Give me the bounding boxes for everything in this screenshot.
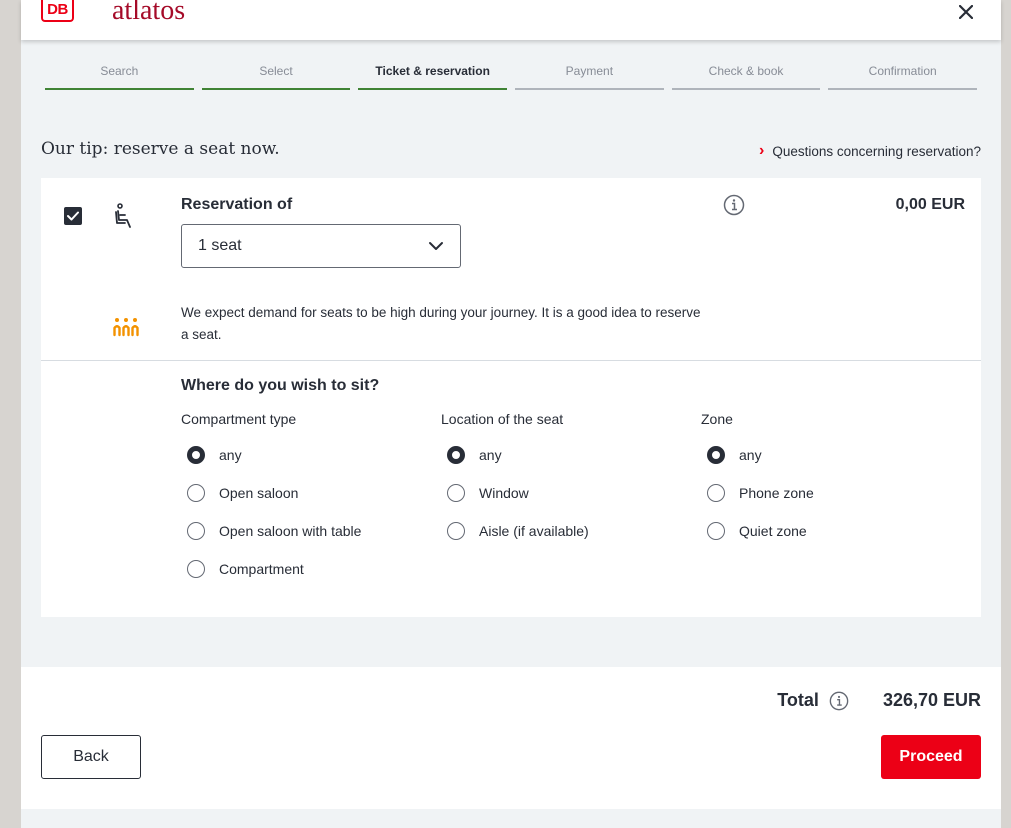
reservation-card: Reservation of 1 seat 0,00 EUR We expect… xyxy=(41,178,981,617)
radio-indicator xyxy=(187,446,205,464)
divider xyxy=(41,360,981,361)
radio-indicator xyxy=(447,522,465,540)
radio-window[interactable]: Window xyxy=(441,474,589,512)
radio-indicator xyxy=(707,522,725,540)
radio-indicator xyxy=(447,446,465,464)
total-label: Total xyxy=(777,690,819,710)
seat-icon xyxy=(115,203,131,228)
checkmark-icon xyxy=(67,211,79,221)
seat-count-value: 1 seat xyxy=(198,237,242,254)
compartment-type-group: Compartment type any Open saloon Open sa… xyxy=(181,410,361,588)
option-label: any xyxy=(219,447,242,463)
option-label: Window xyxy=(479,485,529,501)
high-demand-icon xyxy=(113,318,139,337)
step-payment: Payment xyxy=(515,62,664,90)
zone-group: Zone any Phone zone Quiet zone xyxy=(701,410,814,550)
questions-link-label: Questions concerning reservation? xyxy=(772,143,981,159)
radio-location-any[interactable]: any xyxy=(441,436,589,474)
radio-indicator xyxy=(187,484,205,502)
option-label: Open saloon xyxy=(219,485,299,501)
radio-indicator xyxy=(187,560,205,578)
reservation-label: Reservation of xyxy=(181,196,293,213)
chevron-right-icon: › xyxy=(759,142,765,159)
radio-indicator xyxy=(187,522,205,540)
option-label: Open saloon with table xyxy=(219,523,362,539)
demand-notice: We expect demand for seats to be high du… xyxy=(181,305,701,342)
radio-compartment-any[interactable]: any xyxy=(181,436,361,474)
option-label: any xyxy=(739,447,762,463)
option-label: Compartment xyxy=(219,561,304,577)
seat-location-title: Location of the seat xyxy=(441,411,564,427)
seat-preference-heading: Where do you wish to sit? xyxy=(181,377,380,394)
tip-heading: Our tip: reserve a seat now. xyxy=(41,139,280,159)
progress-steps: Search Select Ticket & reservation Payme… xyxy=(45,62,978,90)
total: Total 326,70 EUR xyxy=(777,690,981,711)
step-check-book: Check & book xyxy=(671,62,821,90)
option-label: Quiet zone xyxy=(739,523,807,539)
radio-indicator xyxy=(707,446,725,464)
reservation-checkbox[interactable] xyxy=(64,207,82,225)
total-amount: 326,70 EUR xyxy=(882,690,981,710)
radio-compartment[interactable]: Compartment xyxy=(181,550,361,588)
close-icon xyxy=(959,5,973,19)
radio-quiet-zone[interactable]: Quiet zone xyxy=(701,512,814,550)
top-bar: DB atlatos xyxy=(21,0,1001,40)
info-icon[interactable] xyxy=(723,194,745,216)
radio-zone-any[interactable]: any xyxy=(701,436,814,474)
questions-link[interactable]: › Questions concerning reservation? xyxy=(759,143,981,159)
footer-bar: Total 326,70 EUR Back Proceed xyxy=(21,667,1001,809)
option-label: Aisle (if available) xyxy=(479,523,589,539)
zone-title: Zone xyxy=(701,411,733,427)
chevron-down-icon xyxy=(429,242,443,250)
radio-open-saloon-table[interactable]: Open saloon with table xyxy=(181,512,361,550)
step-select: Select xyxy=(201,62,351,90)
reservation-price: 0,00 EUR xyxy=(895,196,965,213)
seat-count-select[interactable]: 1 seat xyxy=(181,224,461,268)
radio-phone-zone[interactable]: Phone zone xyxy=(701,474,814,512)
proceed-button[interactable]: Proceed xyxy=(881,735,981,779)
step-search: Search xyxy=(45,62,194,90)
radio-indicator xyxy=(447,484,465,502)
db-logo: DB xyxy=(41,0,74,22)
step-confirmation: Confirmation xyxy=(828,62,978,90)
compartment-type-title: Compartment type xyxy=(181,411,297,427)
seat-location-group: Location of the seat any Window Aisle (i… xyxy=(441,410,589,550)
back-button[interactable]: Back xyxy=(41,735,141,779)
radio-aisle[interactable]: Aisle (if available) xyxy=(441,512,589,550)
option-label: Phone zone xyxy=(739,485,814,501)
radio-indicator xyxy=(707,484,725,502)
reservation-modal: DB atlatos Search Select Ticket & reserv… xyxy=(21,0,1001,828)
step-ticket-reservation: Ticket & reservation xyxy=(358,62,508,90)
brand-name: atlatos xyxy=(112,0,186,26)
close-button[interactable] xyxy=(957,3,975,21)
info-icon[interactable] xyxy=(829,691,849,711)
radio-open-saloon[interactable]: Open saloon xyxy=(181,474,361,512)
option-label: any xyxy=(479,447,502,463)
